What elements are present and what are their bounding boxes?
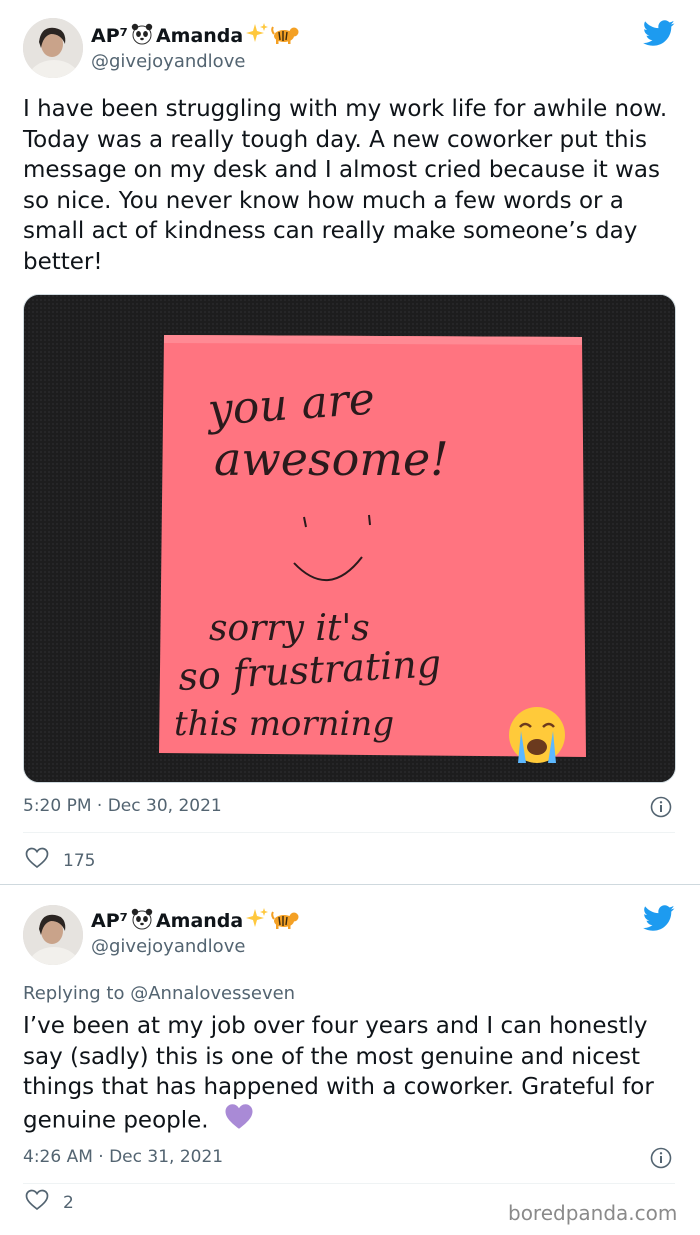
crying-emoji-icon [509, 707, 565, 763]
note-line-3: sorry it's [209, 608, 370, 649]
author-name-row[interactable]: AP⁷ Amanda [91, 907, 299, 935]
tweet-timestamp[interactable]: 4:26 AM · Dec 31, 2021 [23, 1147, 223, 1167]
replying-to: Replying to @Annalovesseven [23, 983, 295, 1004]
tiger-emoji-icon [271, 909, 299, 933]
author-name-prefix[interactable]: AP⁷ [91, 25, 128, 47]
avatar[interactable] [23, 905, 83, 965]
panda-emoji-icon [130, 23, 154, 49]
tweet-text: I’ve been at my job over four years and … [23, 1011, 683, 1138]
tweet-text: I have been struggling with my work life… [23, 96, 668, 275]
tiger-emoji-icon [271, 24, 299, 48]
avatar[interactable] [23, 18, 83, 78]
panda-emoji-icon [130, 908, 154, 934]
purple-heart-icon [224, 1103, 254, 1139]
tweet-photo[interactable]: you are awesome! sorry it's so frustrati… [23, 294, 676, 783]
sparkles-emoji-icon [245, 907, 269, 935]
like-count: 175 [63, 850, 96, 871]
tweet-reply: AP⁷ Amanda @givejoyandlove Replying to @… [0, 885, 700, 1235]
info-icon[interactable] [650, 1147, 672, 1169]
twitter-bird-icon[interactable] [642, 20, 675, 47]
info-icon[interactable] [650, 796, 672, 818]
like-action[interactable]: 2 [25, 1189, 74, 1216]
heart-icon[interactable] [25, 1189, 49, 1216]
author-name[interactable]: Amanda [156, 910, 243, 932]
author-handle[interactable]: @givejoyandlove [91, 936, 245, 957]
heart-icon[interactable] [25, 847, 49, 874]
twitter-bird-icon[interactable] [642, 905, 675, 932]
watermark: boredpanda.com [508, 1201, 678, 1225]
replying-to-mention[interactable]: @Annalovesseven [130, 983, 295, 1004]
author-name-row[interactable]: AP⁷ Amanda [91, 22, 299, 50]
note-line-2: awesome! [214, 432, 449, 486]
like-count: 2 [63, 1192, 74, 1213]
divider [23, 1183, 675, 1184]
divider [23, 832, 675, 833]
replying-to-label: Replying to [23, 983, 125, 1004]
like-action[interactable]: 175 [25, 847, 95, 874]
author-handle[interactable]: @givejoyandlove [91, 51, 245, 72]
note-line-5: this morning [174, 704, 394, 744]
tweet-text-content: I’ve been at my job over four years and … [23, 1013, 654, 1133]
author-name-prefix[interactable]: AP⁷ [91, 910, 128, 932]
author-name[interactable]: Amanda [156, 25, 243, 47]
tweet-main: AP⁷ Amanda @givejoyandlove I have been s… [0, 0, 700, 884]
sparkles-emoji-icon [245, 22, 269, 50]
tweet-timestamp[interactable]: 5:20 PM · Dec 30, 2021 [23, 796, 222, 816]
